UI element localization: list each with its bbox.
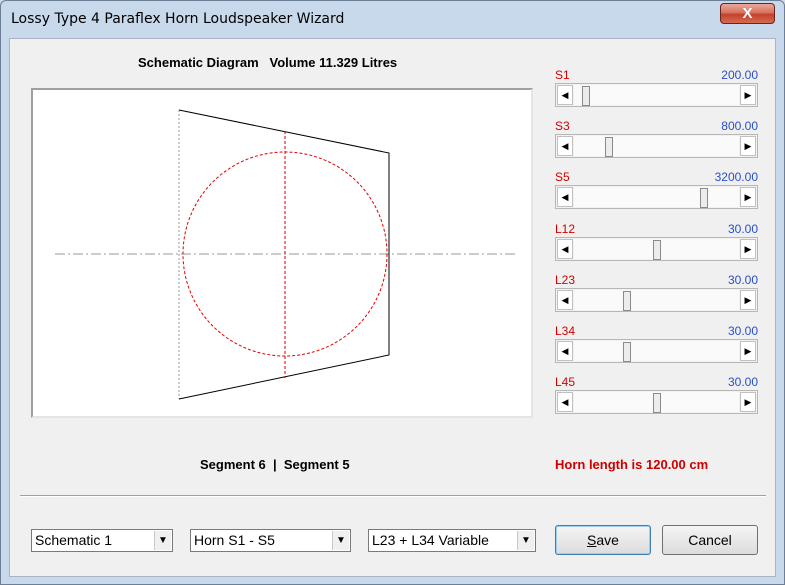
separator-line [20,495,766,497]
scroll-thumb[interactable] [582,86,590,106]
schematic-diagram [31,88,533,418]
chevron-down-icon[interactable]: ▼ [517,531,534,550]
scroll-thumb[interactable] [700,188,708,208]
slider-label-s1: S1 [555,68,570,82]
segment-label: Segment 6 | Segment 5 [200,457,350,472]
slider-value-l45: 30.00 [727,375,758,389]
scroll-right-button[interactable]: ▶ [740,187,756,207]
scroll-track[interactable] [574,392,739,413]
scroll-left-icon: ◀ [561,141,569,151]
scroll-right-icon: ▶ [744,192,752,202]
wizard-window: Lossy Type 4 Paraflex Horn Loudspeaker W… [0,0,785,585]
scroll-left-button[interactable]: ◀ [557,290,573,310]
horn-select-value: Horn S1 - S5 [194,532,275,548]
slider-value-s1: 200.00 [721,68,758,82]
scroll-right-icon: ▶ [744,295,752,305]
scrollbar-s3[interactable]: ◀ ▶ [555,134,758,158]
schematic-select-value: Schematic 1 [35,532,113,548]
save-label-rest: ave [596,532,619,548]
scroll-right-icon: ▶ [744,346,752,356]
scroll-thumb[interactable] [653,393,661,413]
scroll-track[interactable] [574,239,739,260]
scroll-right-icon: ▶ [744,141,752,151]
schematic-drawing [55,109,515,400]
scroll-track[interactable] [574,85,739,106]
variable-select[interactable]: L23 + L34 Variable ▼ [368,529,536,552]
close-button[interactable]: X [720,3,775,24]
scroll-track[interactable] [574,341,739,362]
slider-label-s5: S5 [555,170,570,184]
scroll-left-button[interactable]: ◀ [557,85,573,105]
scroll-left-button[interactable]: ◀ [557,341,573,361]
slider-value-l23: 30.00 [727,273,758,287]
scroll-thumb[interactable] [605,137,613,157]
scroll-right-button[interactable]: ▶ [740,290,756,310]
scroll-thumb[interactable] [623,291,631,311]
scroll-right-button[interactable]: ▶ [740,239,756,259]
slider-value-l12: 30.00 [727,222,758,236]
scroll-thumb[interactable] [653,240,661,260]
scroll-left-icon: ◀ [561,295,569,305]
scroll-left-icon: ◀ [561,397,569,407]
scrollbar-s5[interactable]: ◀ ▶ [555,185,758,209]
scroll-track[interactable] [574,136,739,157]
window-title: Lossy Type 4 Paraflex Horn Loudspeaker W… [11,11,345,27]
scroll-left-icon: ◀ [561,192,569,202]
scroll-right-icon: ▶ [744,90,752,100]
close-icon: X [742,5,753,22]
schematic-select[interactable]: Schematic 1 ▼ [31,529,173,552]
scroll-right-icon: ▶ [744,244,752,254]
scroll-left-button[interactable]: ◀ [557,239,573,259]
variable-select-value: L23 + L34 Variable [372,532,489,548]
slider-value-l34: 30.00 [727,324,758,338]
title-bar[interactable]: Lossy Type 4 Paraflex Horn Loudspeaker W… [1,1,784,37]
scrollbar-l45[interactable]: ◀ ▶ [555,390,758,414]
dialog-client-area: Schematic Diagram Volume 11.329 Litres S… [9,38,776,577]
horn-select[interactable]: Horn S1 - S5 ▼ [190,529,351,552]
horn-length-label: Horn length is 120.00 cm [555,457,709,472]
scrollbar-l34[interactable]: ◀ ▶ [555,339,758,363]
scroll-left-button[interactable]: ◀ [557,392,573,412]
slider-value-s5: 3200.00 [714,170,758,184]
slider-label-s3: S3 [555,119,570,133]
save-mnemonic: S [587,532,597,548]
scroll-left-icon: ◀ [561,244,569,254]
scroll-right-button[interactable]: ▶ [740,85,756,105]
diagram-title: Schematic Diagram Volume 11.329 Litres [138,55,398,70]
scroll-track[interactable] [574,290,739,311]
cancel-button[interactable]: Cancel [662,525,758,555]
scroll-right-button[interactable]: ▶ [740,341,756,361]
scroll-track[interactable] [574,187,739,208]
scroll-right-button[interactable]: ▶ [740,136,756,156]
scroll-left-icon: ◀ [561,346,569,356]
slider-value-s3: 800.00 [721,119,758,133]
scroll-right-icon: ▶ [744,397,752,407]
chevron-down-icon[interactable]: ▼ [332,531,349,550]
chevron-down-icon[interactable]: ▼ [154,531,171,550]
scroll-left-button[interactable]: ◀ [557,187,573,207]
scrollbar-s1[interactable]: ◀ ▶ [555,83,758,107]
scroll-left-button[interactable]: ◀ [557,136,573,156]
scroll-thumb[interactable] [623,342,631,362]
scroll-left-icon: ◀ [561,90,569,100]
scroll-right-button[interactable]: ▶ [740,392,756,412]
scrollbar-l12[interactable]: ◀ ▶ [555,237,758,261]
save-button[interactable]: Save [555,525,651,555]
scrollbar-l23[interactable]: ◀ ▶ [555,288,758,312]
